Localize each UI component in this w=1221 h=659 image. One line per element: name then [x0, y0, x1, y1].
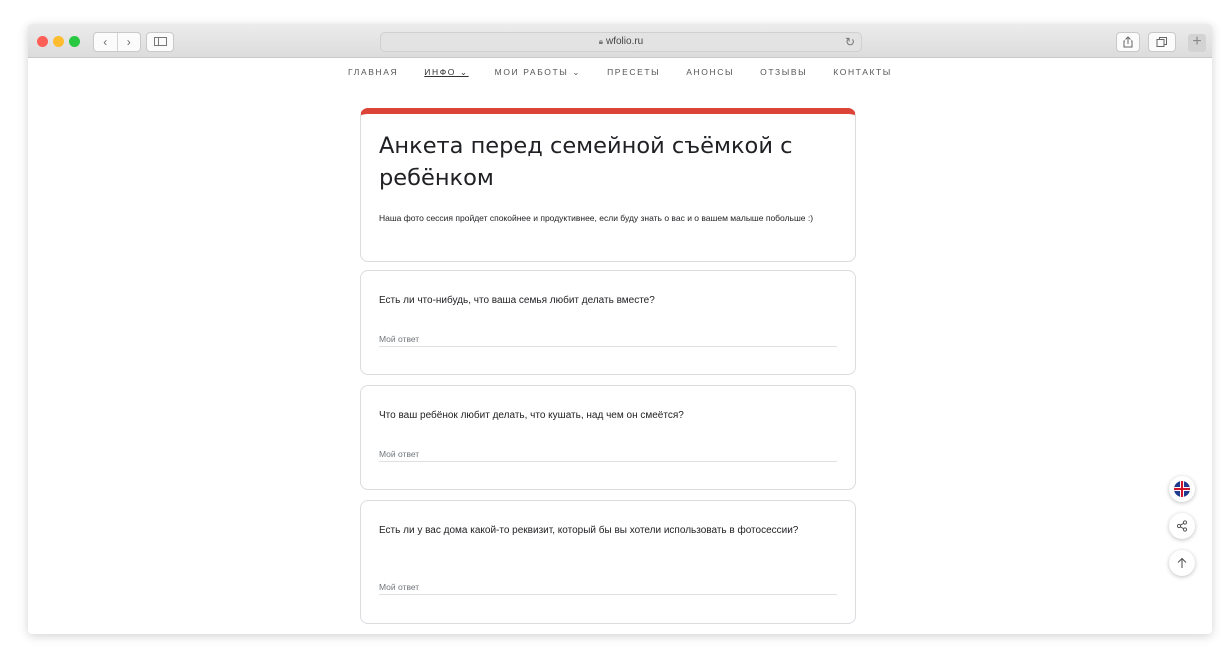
- browser-toolbar: ‹ › 🔒︎ wfolio.ru ↻ +: [28, 24, 1212, 58]
- forward-button[interactable]: ›: [118, 33, 141, 51]
- form-description: Наша фото сессия пройдет спокойнее и про…: [379, 213, 814, 223]
- question-title: Есть ли у вас дома какой-то реквизит, ко…: [379, 525, 799, 536]
- nav-item-presets[interactable]: ПРЕСЕТЫ: [594, 62, 673, 82]
- answer-input[interactable]: Мой ответ: [379, 333, 837, 347]
- minimize-window-button[interactable]: [53, 36, 64, 47]
- sidebar-toggle-button[interactable]: [146, 32, 174, 52]
- tabs-icon: [1156, 37, 1167, 47]
- new-tab-button[interactable]: +: [1188, 34, 1206, 52]
- nav-item-works[interactable]: МОИ РАБОТЫ ⌄: [482, 62, 594, 82]
- zoom-window-button[interactable]: [69, 36, 80, 47]
- back-button[interactable]: ‹: [94, 33, 118, 51]
- uk-flag-icon: [1174, 481, 1190, 497]
- scroll-top-button[interactable]: [1169, 550, 1195, 576]
- form-title: Анкета перед семейной съёмкой с ребёнком: [379, 133, 793, 191]
- answer-input[interactable]: Мой ответ: [379, 448, 837, 462]
- share-icon: [1176, 520, 1188, 532]
- arrow-up-icon: [1177, 557, 1187, 568]
- nav-item-contacts[interactable]: КОНТАКТЫ: [820, 62, 905, 82]
- address-bar[interactable]: 🔒︎ wfolio.ru ↻: [380, 32, 862, 52]
- nav-item-announcements[interactable]: АНОНСЫ: [673, 62, 747, 82]
- form-header-card: Анкета перед семейной съёмкой с ребёнком…: [360, 108, 856, 262]
- answer-input[interactable]: Мой ответ: [379, 581, 837, 595]
- sidebar-icon: [153, 37, 167, 46]
- share-toolbar-icon: [1123, 36, 1133, 48]
- history-nav: ‹ ›: [93, 32, 141, 52]
- reload-icon[interactable]: ↻: [845, 33, 855, 51]
- question-card: Что ваш ребёнок любит делать, что кушать…: [360, 385, 856, 490]
- nav-item-reviews[interactable]: ОТЗЫВЫ: [747, 62, 820, 82]
- question-card: Есть ли у вас дома какой-то реквизит, ко…: [360, 500, 856, 624]
- tabs-overview-button[interactable]: [1148, 32, 1176, 52]
- nav-item-home[interactable]: ГЛАВНАЯ: [335, 62, 411, 82]
- share-floating-button[interactable]: [1169, 513, 1195, 539]
- question-title: Что ваш ребёнок любит делать, что кушать…: [379, 410, 684, 421]
- nav-item-info[interactable]: ИНФО ⌄: [411, 62, 481, 82]
- close-window-button[interactable]: [37, 36, 48, 47]
- lock-icon: 🔒︎: [598, 37, 603, 46]
- question-card: Есть ли что-нибудь, что ваша семья любит…: [360, 270, 856, 375]
- screenshot-frame: ‹ › 🔒︎ wfolio.ru ↻ + ГЛАВНАЯ ИНФО ⌄ МОИ Р…: [0, 0, 1221, 659]
- share-button[interactable]: [1116, 32, 1140, 52]
- browser-window: ‹ › 🔒︎ wfolio.ru ↻ + ГЛАВНАЯ ИНФО ⌄ МОИ Р…: [28, 24, 1212, 634]
- site-navigation: ГЛАВНАЯ ИНФО ⌄ МОИ РАБОТЫ ⌄ ПРЕСЕТЫ АНОН…: [28, 62, 1212, 82]
- language-button[interactable]: [1169, 476, 1195, 502]
- question-title: Есть ли что-нибудь, что ваша семья любит…: [379, 295, 655, 306]
- url-text: wfolio.ru: [606, 36, 644, 47]
